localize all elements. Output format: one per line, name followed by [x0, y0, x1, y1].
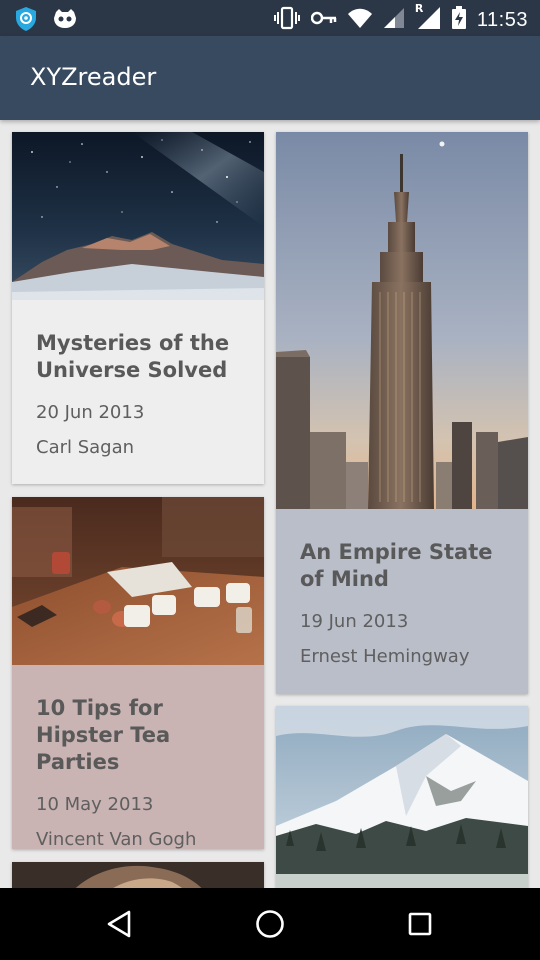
app-title: XYZreader — [30, 63, 157, 91]
article-card[interactable]: Mysteries of the Universe Solved 20 Jun … — [12, 132, 264, 484]
article-text: An Empire State of Mind 19 Jun 2013 Erne… — [276, 539, 528, 667]
tea-cups-photo — [12, 497, 264, 665]
home-circle-icon[interactable] — [252, 906, 288, 942]
article-author: Carl Sagan — [36, 437, 135, 458]
article-date: 10 May 2013 — [36, 794, 154, 815]
roaming-label: R — [414, 2, 424, 15]
article-date: 20 Jun 2013 — [36, 402, 145, 423]
article-date: 19 Jun 2013 — [300, 611, 409, 632]
shield-icon — [14, 6, 38, 36]
status-bar: R 11:53 — [0, 0, 540, 36]
navigation-bar — [0, 888, 540, 960]
article-author: Vincent Van Gogh — [36, 829, 197, 849]
article-grid[interactable]: Mysteries of the Universe Solved 20 Jun … — [0, 120, 540, 888]
key-icon — [310, 8, 337, 32]
article-title: Mysteries of the Universe Solved — [36, 331, 230, 382]
game-controller-icon — [52, 8, 78, 34]
night-sky-mountain-photo — [12, 132, 264, 300]
snowy-mountain-photo — [276, 706, 528, 874]
article-title: 10 Tips for Hipster Tea Parties — [36, 696, 171, 774]
article-card[interactable] — [12, 862, 264, 888]
back-triangle-icon[interactable] — [102, 906, 138, 942]
wifi-icon — [347, 7, 373, 33]
article-text: 10 Tips for Hipster Tea Parties 10 May 2… — [12, 695, 264, 849]
empire-state-building-photo — [276, 132, 528, 509]
signal-roaming-icon: R — [415, 2, 441, 34]
app-bar: XYZreader — [0, 36, 540, 120]
animal-photo — [12, 862, 264, 888]
article-text: Mysteries of the Universe Solved 20 Jun … — [12, 330, 264, 458]
article-title: An Empire State of Mind — [300, 540, 493, 591]
battery-charging-icon — [451, 6, 467, 34]
vibrate-icon — [273, 6, 301, 34]
article-card[interactable]: 10 Tips for Hipster Tea Parties 10 May 2… — [12, 497, 264, 849]
article-card[interactable] — [276, 706, 528, 888]
article-card[interactable]: An Empire State of Mind 19 Jun 2013 Erne… — [276, 132, 528, 694]
recents-square-icon[interactable] — [402, 906, 438, 942]
signal-icon — [383, 7, 405, 33]
clock: 11:53 — [476, 8, 528, 31]
article-author: Ernest Hemingway — [300, 646, 470, 667]
